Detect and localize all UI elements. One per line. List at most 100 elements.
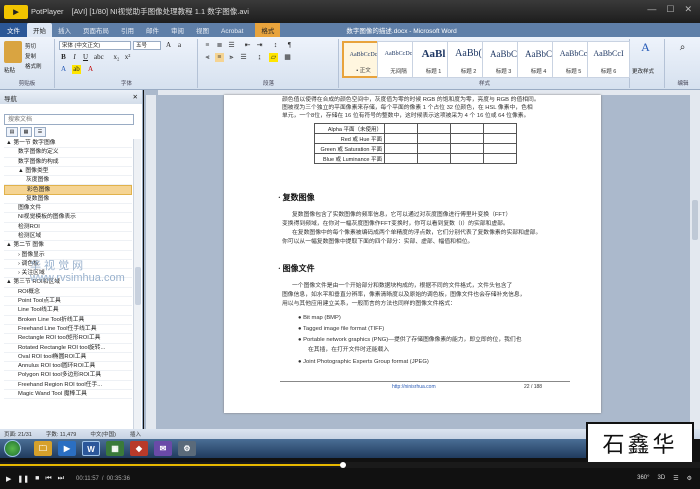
taskbar-explorer-icon[interactable]: 🗀 bbox=[34, 441, 52, 456]
nav-heading-item[interactable]: Line Tool线工具 bbox=[4, 306, 132, 316]
nav-heading-item[interactable]: Rectangle ROI tool矩形ROI工具 bbox=[4, 334, 132, 344]
text-effects-icon[interactable]: A bbox=[59, 65, 68, 74]
find-icon[interactable]: ⌕ bbox=[678, 43, 687, 53]
vr-360-button[interactable]: 360° bbox=[637, 475, 649, 482]
font-name-select[interactable]: 宋体 (中文正文) bbox=[59, 41, 131, 50]
shading-icon[interactable]: ▱ bbox=[269, 53, 278, 62]
nav-heading-item[interactable]: 检测ROI bbox=[4, 223, 132, 232]
pages-view-icon[interactable]: ▦ bbox=[20, 127, 32, 137]
play-icon[interactable]: ▶ bbox=[6, 475, 11, 483]
numbering-icon[interactable]: ≣ bbox=[215, 41, 224, 50]
headings-view-icon[interactable]: ▤ bbox=[6, 127, 18, 137]
highlight-icon[interactable]: ab bbox=[72, 65, 81, 74]
pause-icon[interactable]: ❚❚ bbox=[17, 475, 29, 483]
nav-heading-item[interactable]: Annulus ROI tool圆环ROI工具 bbox=[4, 362, 132, 372]
nav-heading-item[interactable]: 图像文件 bbox=[4, 204, 132, 214]
align-right-icon[interactable]: ⫸ bbox=[227, 53, 236, 62]
3d-button[interactable]: 3D bbox=[658, 475, 666, 482]
copy-button[interactable]: 复制 bbox=[25, 52, 36, 60]
line-spacing-icon[interactable]: ↨ bbox=[255, 53, 264, 62]
next-icon[interactable]: ⏭ bbox=[58, 475, 64, 483]
stop-icon[interactable]: ■ bbox=[35, 475, 39, 482]
tab-references[interactable]: 引用 bbox=[115, 23, 140, 37]
status-page-count[interactable]: 页面: 21/31 bbox=[4, 430, 32, 438]
nav-heading-item[interactable]: 检测区域 bbox=[4, 232, 132, 242]
nav-heading-item[interactable]: Oval ROI tool椭圆ROI工具 bbox=[4, 353, 132, 363]
document-page[interactable]: 颜色值以使得在合成的颜色空间中，灰度值为零的时候 RGB 的饱和度为零，亮度与 … bbox=[224, 95, 601, 413]
nav-heading-item[interactable]: 数字图像的定义 bbox=[4, 148, 132, 158]
change-styles-button[interactable]: 更改样式 bbox=[632, 67, 654, 75]
navigation-scrollbar[interactable] bbox=[133, 139, 141, 429]
nav-heading-item[interactable]: 复数图像 bbox=[4, 195, 132, 205]
grow-font-icon[interactable]: A bbox=[164, 41, 173, 50]
justify-icon[interactable]: ☰ bbox=[239, 53, 248, 62]
nav-heading-item[interactable]: Freehand Region ROI tool任手... bbox=[4, 381, 132, 391]
navigation-scroll-thumb[interactable] bbox=[135, 267, 141, 305]
taskbar-settings-icon[interactable]: ⚙ bbox=[178, 441, 196, 456]
cut-button[interactable]: 剪切 bbox=[25, 42, 36, 50]
borders-icon[interactable]: ▦ bbox=[283, 53, 292, 62]
underline-icon[interactable]: U bbox=[81, 53, 90, 62]
bullets-icon[interactable]: ≡ bbox=[203, 41, 212, 50]
multilevel-list-icon[interactable]: ☰ bbox=[227, 41, 236, 50]
nav-heading-item[interactable]: 数字图像的构成 bbox=[4, 158, 132, 167]
change-styles-icon[interactable]: A bbox=[641, 41, 650, 53]
tab-acrobat[interactable]: Acrobat bbox=[215, 26, 249, 37]
previous-icon[interactable]: ⏮ bbox=[45, 475, 51, 483]
nav-heading-item[interactable]: ▲ 第一节 数字图像 bbox=[4, 139, 132, 149]
nav-heading-item[interactable]: Freehand Line Tool任手线工具 bbox=[4, 325, 132, 335]
nav-heading-item[interactable]: ▲ 图像类型 bbox=[4, 167, 132, 177]
status-language[interactable]: 中文(中国) bbox=[90, 430, 116, 438]
close-button[interactable]: ✕ bbox=[684, 4, 692, 15]
paste-button[interactable]: 粘贴 bbox=[4, 66, 15, 74]
strikethrough-icon[interactable]: abc bbox=[94, 53, 104, 62]
nav-heading-item[interactable]: ▲ 第二节 图像 bbox=[4, 241, 132, 251]
shrink-font-icon[interactable]: a bbox=[175, 41, 184, 50]
tab-home[interactable]: 开始 bbox=[27, 23, 52, 37]
nav-heading-item[interactable]: 灰度图像 bbox=[4, 176, 132, 186]
nav-heading-item[interactable]: Polygon ROI tool多边形ROI工具 bbox=[4, 371, 132, 381]
footer-url[interactable]: http://ninisrhua.com bbox=[392, 384, 436, 391]
navigation-search-input[interactable] bbox=[4, 114, 134, 125]
results-view-icon[interactable]: ☰ bbox=[34, 127, 46, 137]
status-insert-mode[interactable]: 插入 bbox=[130, 430, 141, 438]
nav-heading-item[interactable]: Point Tool点工具 bbox=[4, 297, 132, 307]
tab-picture-format[interactable]: 格式 bbox=[255, 23, 281, 37]
align-left-icon[interactable]: ⫷ bbox=[203, 53, 212, 62]
tab-file[interactable]: 文件 bbox=[0, 23, 27, 37]
show-marks-icon[interactable]: ¶ bbox=[285, 41, 294, 50]
tab-review[interactable]: 审阅 bbox=[165, 23, 190, 37]
player-title-bar[interactable]: ▶ PotPlayer [AVI] [1/80] NI视觉助手图像处理教程 1.… bbox=[0, 0, 700, 23]
align-center-icon[interactable]: ≡ bbox=[215, 53, 224, 62]
taskbar-player-icon[interactable]: ▶ bbox=[58, 441, 76, 456]
nav-heading-item[interactable]: 彩色图像 bbox=[4, 185, 132, 195]
taskbar-app-icon[interactable]: ◆ bbox=[130, 441, 148, 456]
nav-heading-item[interactable]: › 图像显示 bbox=[4, 251, 132, 260]
nav-heading-item[interactable]: Magic Wand Tool 魔棒工具 bbox=[4, 390, 132, 400]
taskbar-mail-icon[interactable]: ✉ bbox=[154, 441, 172, 456]
tab-view[interactable]: 视图 bbox=[190, 23, 215, 37]
playlist-button[interactable]: ☰ bbox=[673, 475, 678, 482]
superscript-icon[interactable]: x² bbox=[123, 53, 132, 62]
increase-indent-icon[interactable]: ⇥ bbox=[255, 41, 264, 50]
nav-heading-item[interactable]: Broken Line Tool折线工具 bbox=[4, 316, 132, 325]
subscript-icon[interactable]: x₂ bbox=[112, 53, 121, 62]
navigation-close-icon[interactable]: ✕ bbox=[133, 93, 138, 101]
document-scroll-thumb[interactable] bbox=[692, 200, 698, 240]
tab-layout[interactable]: 页面布局 bbox=[77, 23, 115, 37]
nav-heading-item[interactable]: NI视觉模板的图像表示 bbox=[4, 213, 132, 223]
tab-mailings[interactable]: 邮件 bbox=[140, 23, 165, 37]
document-scrollbar[interactable] bbox=[690, 90, 700, 429]
taskbar-word-icon[interactable]: W bbox=[82, 441, 100, 456]
potplayer-logo[interactable]: ▶ bbox=[4, 4, 28, 19]
nav-heading-item[interactable]: ROI概念 bbox=[4, 288, 132, 298]
nav-heading-item[interactable]: Rotated Rectangle ROI tool旋转... bbox=[4, 344, 132, 353]
minimize-button[interactable]: — bbox=[647, 4, 656, 15]
taskbar-app-icon[interactable]: ▦ bbox=[106, 441, 124, 456]
font-size-select[interactable]: 五号 bbox=[133, 41, 161, 50]
tab-insert[interactable]: 插入 bbox=[52, 23, 77, 37]
paste-icon[interactable] bbox=[4, 41, 22, 63]
format-painter-button[interactable]: 格式刷 bbox=[25, 62, 42, 70]
style-heading-6[interactable]: AaBbCcI 标题 6 bbox=[587, 41, 630, 78]
decrease-indent-icon[interactable]: ⇤ bbox=[243, 41, 252, 50]
